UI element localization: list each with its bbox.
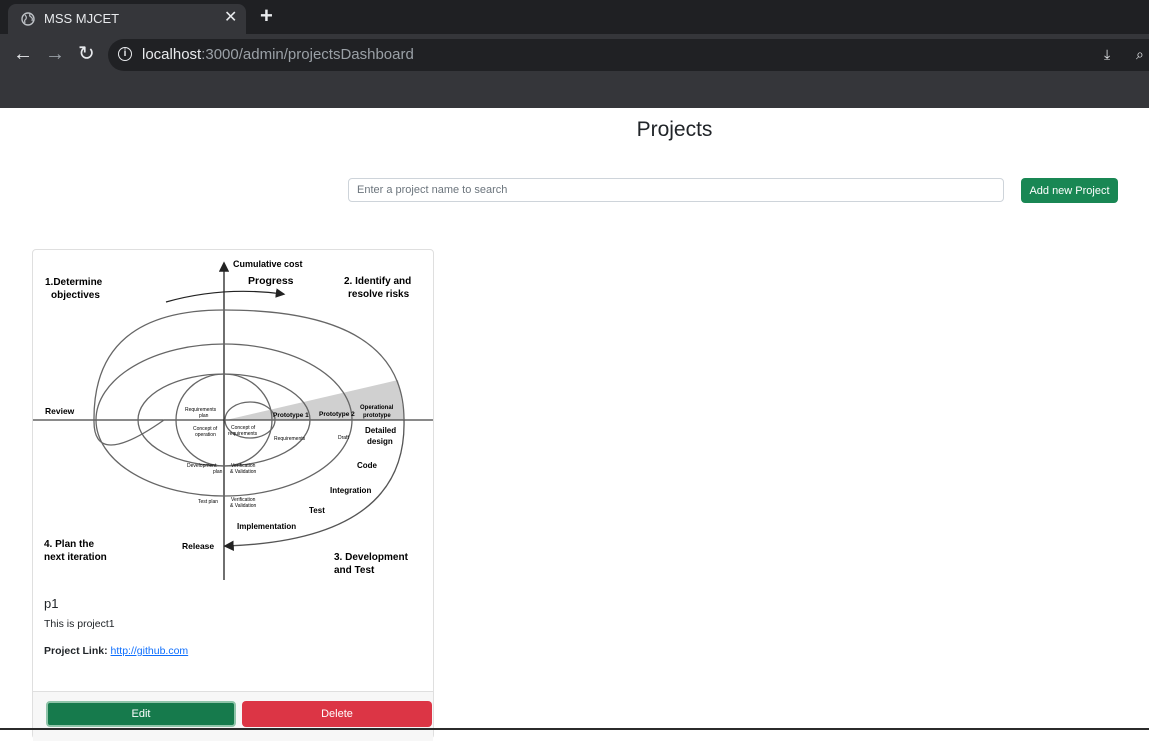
spiral-model-image: Cumulative cost Progress 1.Determine obj…: [33, 259, 433, 580]
project-link-label: Project Link:: [44, 645, 108, 657]
diagram-release: Release: [182, 541, 214, 551]
project-card: Cumulative cost Progress 1.Determine obj…: [32, 249, 434, 741]
diagram-progress: Progress: [248, 275, 294, 287]
project-description: This is project1: [44, 618, 115, 630]
diagram-q4-line1: 4. Plan the: [44, 539, 94, 550]
forward-icon[interactable]: →: [45, 43, 65, 65]
browser-tab-bar: MSS MJCET ✕ +: [0, 0, 1149, 34]
browser-tab[interactable]: MSS MJCET ✕: [8, 4, 246, 34]
diagram-concept-op-2: operation: [195, 432, 216, 438]
diagram-concept-req-2: requirements: [228, 431, 258, 437]
zoom-icon[interactable]: ⌕: [1136, 46, 1144, 63]
page-title: Projects: [636, 118, 713, 141]
add-project-button[interactable]: Add new Project: [1021, 178, 1118, 203]
diagram-review: Review: [45, 406, 75, 416]
project-link[interactable]: http://github.com: [111, 645, 189, 657]
site-info-icon[interactable]: i: [118, 47, 132, 61]
diagram-detailed-2: design: [367, 437, 393, 446]
diagram-requirements: Requirements: [274, 436, 306, 442]
diagram-test: Test: [309, 506, 325, 515]
diagram-test-plan: Test plan: [198, 499, 218, 505]
diagram-op-proto-2: prototype: [363, 413, 391, 419]
diagram-q3-line1: 3. Development: [334, 552, 409, 563]
diagram-implementation: Implementation: [237, 522, 296, 531]
new-tab-icon[interactable]: +: [260, 4, 273, 28]
diagram-dev-plan-2: plan: [213, 469, 223, 475]
browser-toolbar: ← → ↻ i localhost:3000/admin/projectsDas…: [0, 34, 1149, 76]
diagram-q2-line1: 2. Identify and: [344, 276, 411, 287]
delete-button[interactable]: Delete: [242, 701, 432, 727]
project-link-row: Project Link: http://github.com: [44, 645, 188, 657]
diagram-op-proto-1: Operational: [360, 405, 394, 411]
reload-icon[interactable]: ↻: [78, 43, 95, 65]
close-tab-icon[interactable]: ✕: [224, 9, 237, 27]
diagram-vv1-2: & Validation: [230, 469, 257, 475]
card-footer: Edit Delete: [33, 691, 433, 741]
edit-button[interactable]: Edit: [46, 701, 236, 727]
diagram-q2-line2: resolve risks: [348, 289, 410, 300]
diagram-detailed-1: Detailed: [365, 426, 396, 435]
diagram-q3-line2: and Test: [334, 565, 375, 576]
project-name: p1: [44, 596, 59, 611]
diagram-prototype2: Prototype 2: [319, 411, 355, 418]
install-icon[interactable]: ⤓: [1104, 46, 1110, 63]
globe-icon: [21, 12, 35, 26]
diagram-q1-line2: objectives: [51, 290, 100, 301]
diagram-req-plan-2: plan: [199, 413, 209, 419]
diagram-prototype1: Prototype 1: [273, 412, 309, 419]
diagram-vv2-2: & Validation: [230, 503, 257, 509]
diagram-cumulative-cost: Cumulative cost: [233, 259, 303, 269]
diagram-integration: Integration: [330, 486, 371, 495]
url-text: localhost:3000/admin/projectsDashboard: [142, 46, 414, 63]
bookmark-bar: [0, 76, 1149, 108]
diagram-q4-line2: next iteration: [44, 552, 107, 563]
search-input[interactable]: [348, 178, 1004, 202]
diagram-draft: Draft: [338, 435, 349, 441]
address-bar[interactable]: i localhost:3000/admin/projectsDashboard: [108, 39, 1149, 71]
back-icon[interactable]: ←: [13, 43, 33, 65]
tab-title: MSS MJCET: [44, 11, 120, 26]
diagram-q1-line1: 1.Determine: [45, 277, 103, 288]
diagram-code: Code: [357, 461, 378, 470]
